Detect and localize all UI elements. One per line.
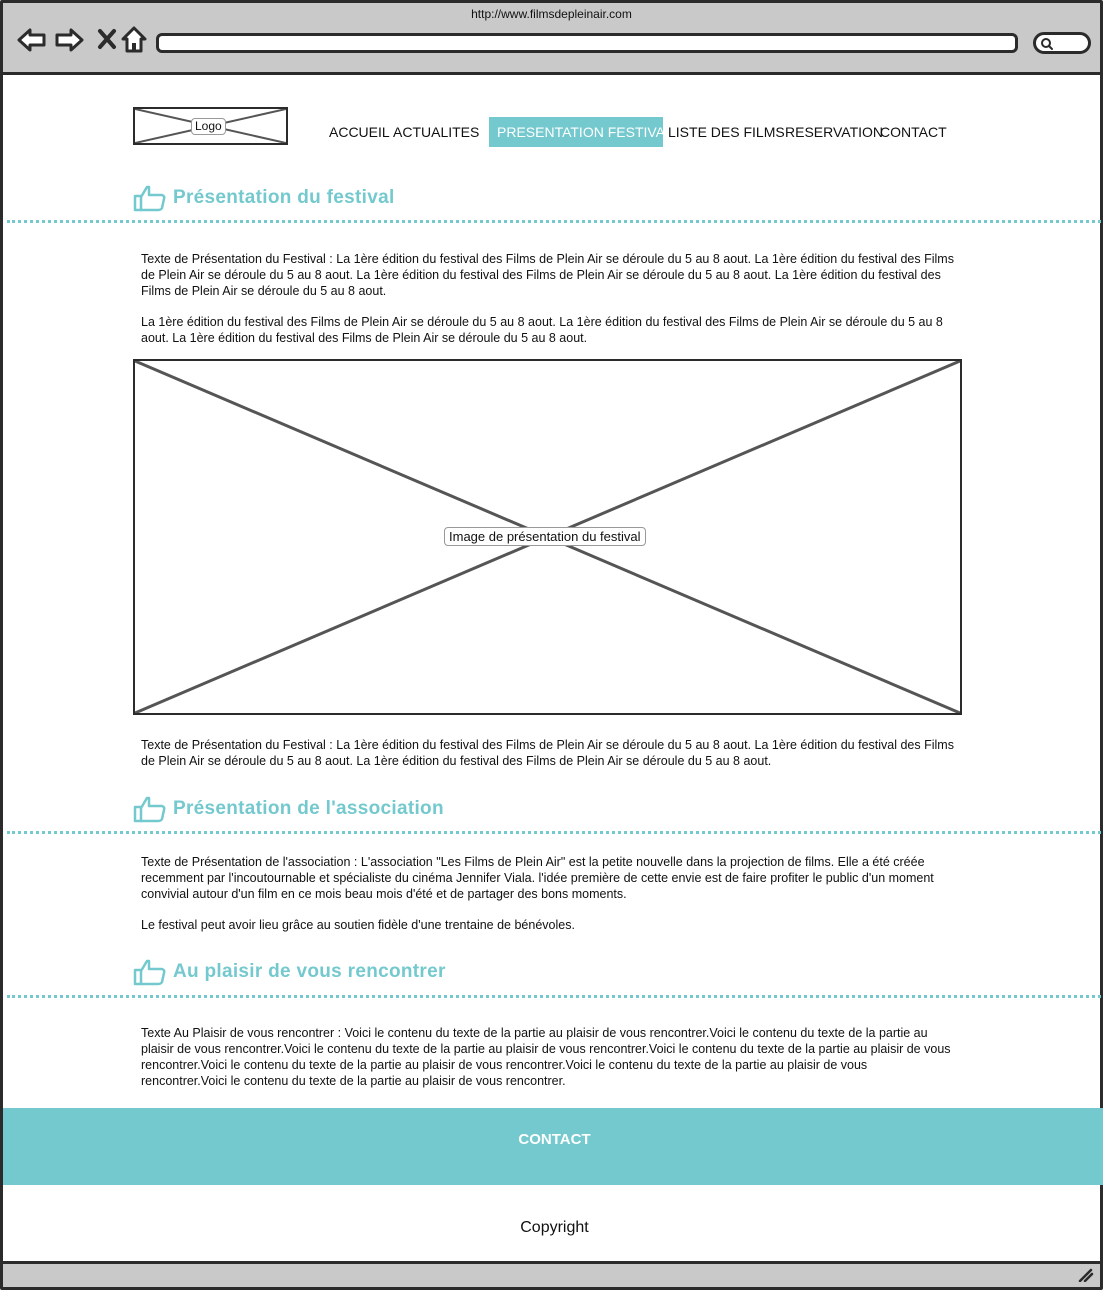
copyright-text: Copyright — [520, 1219, 589, 1236]
logo-placeholder[interactable]: Logo — [133, 107, 288, 145]
section-divider — [7, 831, 1101, 834]
nav-actualites[interactable]: ACTUALITES — [393, 117, 479, 147]
section-title: Au plaisir de vous rencontrer — [173, 961, 446, 982]
plaisir-text-1: Texte Au Plaisir de vous rencontrer : Vo… — [141, 1026, 951, 1088]
browser-statusbar — [3, 1261, 1100, 1287]
festival-text-2: La 1ère édition du festival des Films de… — [141, 315, 943, 345]
forward-arrow-icon[interactable] — [54, 25, 84, 55]
address-bar[interactable] — [156, 33, 1018, 53]
browser-toolbar: http://www.filmsdepleinair.com — [3, 3, 1100, 75]
back-arrow-icon[interactable] — [17, 25, 47, 55]
thumbs-up-icon — [133, 185, 166, 212]
search-icon — [1041, 38, 1053, 50]
section-divider — [7, 995, 1101, 998]
nav-presentation-festival[interactable]: PRESENTATION FESTIVAL — [489, 117, 673, 147]
image-label: Image de présentation du festival — [444, 527, 646, 546]
section-title: Présentation de l'association — [173, 798, 444, 819]
nav-contact[interactable]: CONTACT — [880, 117, 947, 147]
logo-label: Logo — [191, 118, 226, 135]
festival-text-1: Texte de Présentation du Festival : La 1… — [141, 252, 954, 298]
nav-liste-des-films[interactable]: LISTE DES FILMS — [668, 117, 785, 147]
footer-contact-link[interactable]: CONTACT — [3, 1131, 1103, 1148]
section-divider — [7, 220, 1101, 223]
url-title: http://www.filmsdepleinair.com — [471, 7, 632, 21]
browser-window: http://www.filmsdepleinair.com Logo ACCU… — [0, 0, 1103, 1290]
search-box[interactable] — [1033, 32, 1091, 54]
nav-reservation[interactable]: RESERVATION — [785, 117, 883, 147]
thumbs-up-icon — [133, 959, 166, 986]
association-text-2: Le festival peut avoir lieu grâce au sou… — [141, 918, 575, 932]
resize-grip-icon[interactable] — [1078, 1268, 1094, 1282]
close-icon[interactable] — [92, 25, 122, 55]
nav-accueil[interactable]: ACCUEIL — [329, 117, 390, 147]
thumbs-up-icon — [133, 796, 166, 823]
festival-image-placeholder: Image de présentation du festival — [133, 359, 962, 715]
home-icon[interactable] — [119, 25, 149, 55]
association-text-1: Texte de Présentation de l'association :… — [141, 855, 934, 901]
section-title: Présentation du festival — [173, 187, 395, 208]
festival-text-3: Texte de Présentation du Festival : La 1… — [141, 738, 954, 768]
